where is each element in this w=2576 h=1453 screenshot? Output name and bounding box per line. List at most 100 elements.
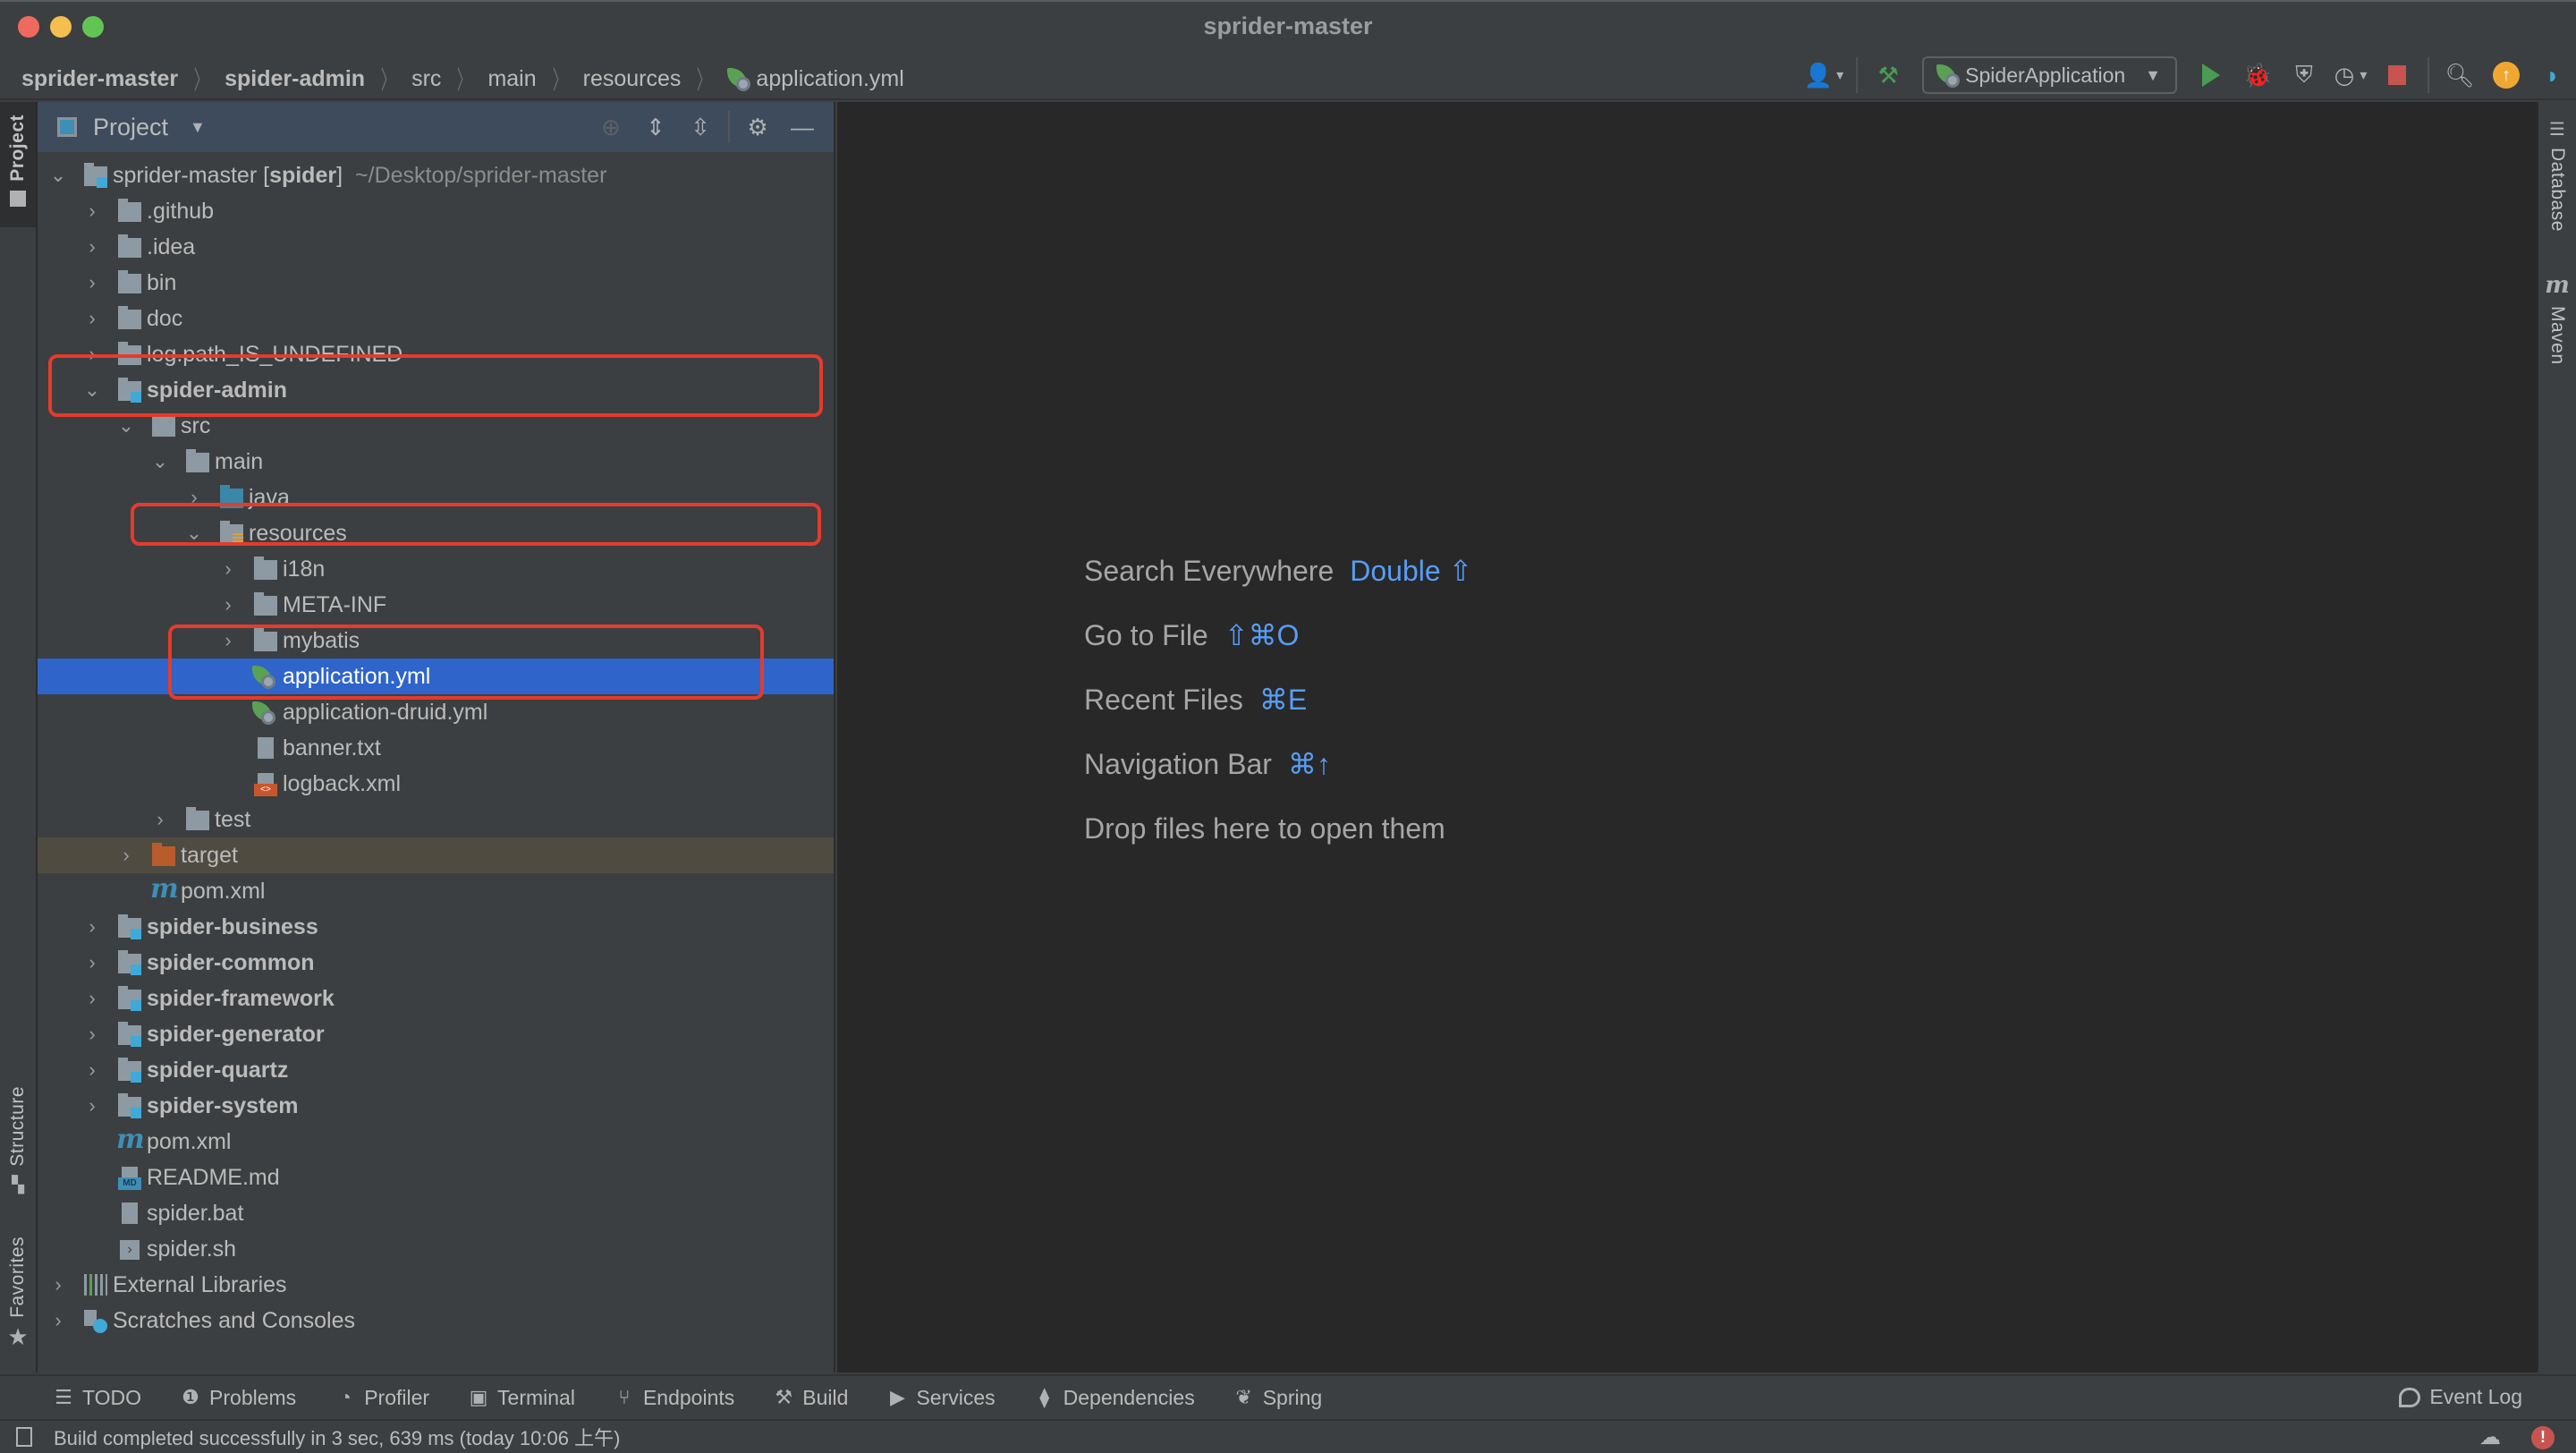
- tree-item[interactable]: ››spider.sh: [38, 1231, 834, 1267]
- locate-file-icon[interactable]: ⊕: [593, 109, 629, 145]
- chevron-right-icon[interactable]: ›: [218, 557, 238, 581]
- chevron-right-icon[interactable]: ›: [82, 271, 102, 294]
- tree-item[interactable]: ›<>logback.xml: [38, 766, 834, 802]
- toggle-tool-windows-icon[interactable]: [16, 1427, 32, 1447]
- tree-item[interactable]: › target: [38, 837, 834, 873]
- code-with-me-icon[interactable]: ◗: [2535, 57, 2571, 93]
- tool-tab-endpoints[interactable]: ⑂ Endpoints: [614, 1386, 734, 1410]
- coverage-icon[interactable]: ⛨: [2286, 57, 2322, 93]
- chevron-right-icon[interactable]: ›: [150, 808, 170, 831]
- editor-empty-area[interactable]: Search Everywhere Double ⇧ Go to File ⇧⌘…: [837, 102, 2537, 1372]
- expand-all-icon[interactable]: ⇕: [638, 109, 674, 145]
- breadcrumb-item[interactable]: sprider-master: [21, 66, 178, 92]
- tree-item[interactable]: › i18n: [38, 551, 834, 587]
- update-icon[interactable]: ↑: [2488, 57, 2524, 93]
- build-hammer-icon[interactable]: ⚒: [1870, 57, 1906, 93]
- search-icon[interactable]: 🔍︎: [2442, 57, 2478, 93]
- tree-item[interactable]: ⌄ src: [38, 408, 834, 444]
- chevron-down-icon[interactable]: ⌄: [150, 450, 170, 473]
- tree-item[interactable]: › mybatis: [38, 623, 834, 659]
- error-indicator-icon[interactable]: !: [2531, 1425, 2555, 1449]
- tree-item[interactable]: › doc: [38, 301, 834, 336]
- chevron-right-icon[interactable]: ›: [82, 343, 102, 366]
- chevron-right-icon[interactable]: ›: [116, 844, 136, 867]
- tool-tab-build[interactable]: ⚒ Build: [774, 1386, 848, 1410]
- tree-item[interactable]: › bin: [38, 265, 834, 301]
- tree-item[interactable]: ›mpom.xml: [38, 873, 834, 909]
- tree-root[interactable]: ⌄ sprider-master [spider] ~/Desktop/spri…: [38, 157, 834, 193]
- chevron-right-icon[interactable]: ›: [82, 951, 102, 974]
- breadcrumb-item-current[interactable]: application.yml: [727, 66, 904, 92]
- tree-item[interactable]: › spider-business: [38, 909, 834, 945]
- tree-item[interactable]: ⌄ main: [38, 444, 834, 480]
- tool-tab-services[interactable]: ▶ Services: [887, 1386, 996, 1410]
- chevron-down-icon[interactable]: ⌄: [48, 164, 68, 187]
- chevron-right-icon[interactable]: ›: [82, 987, 102, 1010]
- tree-item[interactable]: ⌄ spider-admin: [38, 372, 834, 408]
- profile-icon[interactable]: ◷ ▾: [2333, 57, 2368, 93]
- debug-icon[interactable]: 🐞: [2240, 57, 2275, 93]
- tree-item[interactable]: ›spider.bat: [38, 1195, 834, 1231]
- tool-tab-project[interactable]: Project: [0, 102, 36, 227]
- tree-item[interactable]: › .idea: [38, 229, 834, 265]
- chevron-down-icon[interactable]: ⌄: [184, 522, 204, 545]
- stop-icon[interactable]: [2379, 57, 2415, 93]
- tree-item[interactable]: › spider-quartz: [38, 1052, 834, 1088]
- run-icon[interactable]: [2193, 57, 2229, 93]
- tree-item[interactable]: › spider-generator: [38, 1016, 834, 1052]
- tree-item[interactable]: › java: [38, 480, 834, 515]
- chevron-down-icon[interactable]: ▼: [190, 118, 206, 137]
- breadcrumb-item[interactable]: resources: [583, 66, 682, 92]
- tool-tab-spring[interactable]: ❦ Spring: [1234, 1386, 1322, 1410]
- account-icon[interactable]: 👤 ▾: [1804, 57, 1843, 93]
- chevron-right-icon[interactable]: ›: [218, 593, 238, 616]
- tool-tab-maven[interactable]: m Maven: [2538, 272, 2576, 365]
- chevron-right-icon[interactable]: ›: [82, 1094, 102, 1117]
- hide-panel-icon[interactable]: —: [784, 109, 820, 145]
- tool-tab-dependencies[interactable]: ⧫ Dependencies: [1035, 1386, 1195, 1410]
- tree-item[interactable]: ›MDREADME.md: [38, 1160, 834, 1195]
- chevron-right-icon[interactable]: ›: [82, 915, 102, 939]
- chevron-right-icon[interactable]: ›: [82, 307, 102, 330]
- breadcrumb-item[interactable]: spider-admin: [225, 66, 365, 92]
- chevron-right-icon[interactable]: ›: [218, 629, 238, 652]
- tree-item[interactable]: › Scratches and Consoles: [38, 1303, 834, 1338]
- tool-tab-database[interactable]: ☰ Database: [2538, 118, 2576, 232]
- chevron-down-icon[interactable]: ⌄: [116, 414, 136, 438]
- chevron-right-icon[interactable]: ›: [82, 200, 102, 223]
- tree-item[interactable]: › .github: [38, 193, 834, 229]
- status-message[interactable]: Build completed successfully in 3 sec, 6…: [54, 1423, 620, 1451]
- tree-item[interactable]: › spider-system: [38, 1088, 834, 1124]
- chevron-right-icon[interactable]: ›: [48, 1273, 68, 1296]
- run-configuration-select[interactable]: SpiderApplication ▼: [1922, 56, 2177, 94]
- tool-tab-favorites[interactable]: Favorites ★: [0, 1236, 36, 1380]
- tool-tab-profiler[interactable]: ◔ Profiler: [335, 1386, 430, 1410]
- tree-item[interactable]: › test: [38, 802, 834, 837]
- project-view-selector[interactable]: Project: [93, 114, 168, 141]
- collapse-all-icon[interactable]: ⇳: [682, 109, 718, 145]
- gear-icon[interactable]: ⚙: [740, 109, 775, 145]
- cloud-settings-icon[interactable]: ☁: [2479, 1424, 2501, 1450]
- breadcrumb-item[interactable]: main: [487, 66, 536, 92]
- chevron-right-icon[interactable]: ›: [184, 486, 204, 509]
- chevron-down-icon[interactable]: ⌄: [82, 378, 102, 402]
- tree-item[interactable]: › META-INF: [38, 587, 834, 623]
- tool-tab-event-log[interactable]: Event Log: [2399, 1385, 2522, 1409]
- tool-tab-todo[interactable]: ☰ TODO: [54, 1386, 141, 1410]
- tree-item[interactable]: ›banner.txt: [38, 730, 834, 766]
- chevron-right-icon[interactable]: ›: [82, 1058, 102, 1082]
- chevron-right-icon[interactable]: ›: [82, 235, 102, 259]
- tree-item[interactable]: ›mpom.xml: [38, 1124, 834, 1160]
- tree-item[interactable]: › spider-framework: [38, 981, 834, 1016]
- tree-item[interactable]: › External Libraries: [38, 1267, 834, 1303]
- tree-item[interactable]: ›application.yml: [38, 659, 834, 694]
- chevron-right-icon[interactable]: ›: [48, 1309, 68, 1332]
- tree-item[interactable]: › spider-common: [38, 945, 834, 981]
- tree-item[interactable]: ›application-druid.yml: [38, 694, 834, 730]
- tree-item[interactable]: › log.path_IS_UNDEFINED: [38, 336, 834, 372]
- tool-tab-terminal[interactable]: ▣ Terminal: [469, 1386, 575, 1410]
- tool-tab-problems[interactable]: ❶ Problems: [181, 1386, 296, 1410]
- tree-item[interactable]: ⌄ resources: [38, 515, 834, 551]
- breadcrumb-item[interactable]: src: [411, 66, 441, 92]
- chevron-right-icon[interactable]: ›: [82, 1023, 102, 1046]
